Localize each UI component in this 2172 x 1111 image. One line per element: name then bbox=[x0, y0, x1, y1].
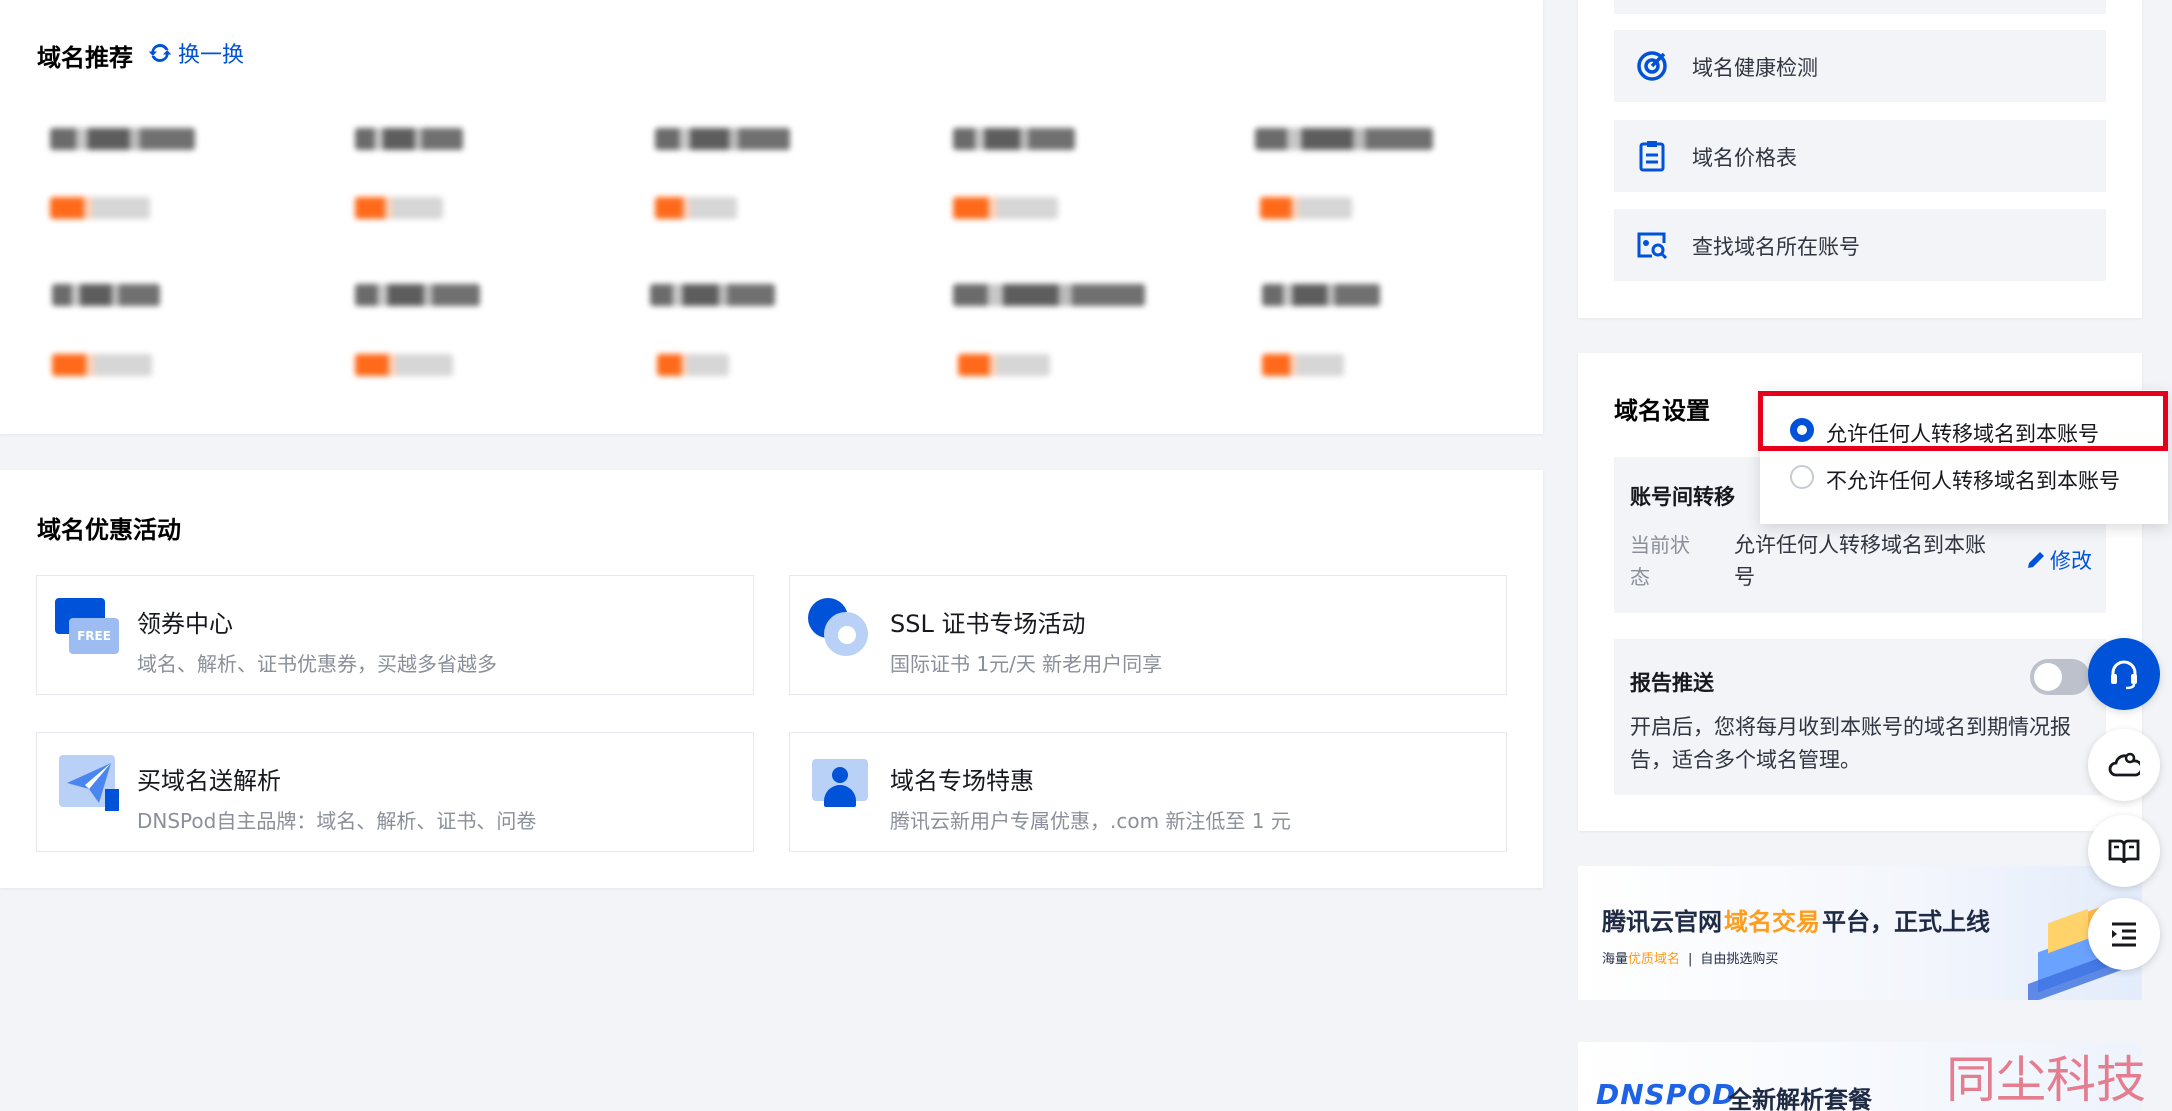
recommend-title: 域名推荐 bbox=[37, 44, 133, 72]
dropdown-option-deny[interactable]: 不允许任何人转移域名到本账号 bbox=[1760, 450, 2168, 510]
tool-health-check[interactable]: 域名健康检测 bbox=[1614, 30, 2106, 102]
suggestion-price bbox=[953, 197, 1058, 219]
promo-desc: 国际证书 1元/天 新老用户同享 bbox=[890, 652, 1163, 676]
status-label: 当前状态 bbox=[1630, 533, 1690, 589]
suggestion-name[interactable] bbox=[953, 128, 1075, 150]
report-section: 报告推送 开启后，您将每月收到本账号的域名到期情况报告，适合多个域名管理。 bbox=[1614, 639, 2106, 795]
promo-desc: DNSPod自主品牌：域名、解析、证书、问卷 bbox=[137, 809, 537, 833]
suggestion-name[interactable] bbox=[650, 284, 775, 306]
suggestion-price bbox=[50, 197, 150, 219]
coupon-icon: FREE bbox=[55, 598, 119, 654]
promo-coupon-center[interactable]: FREE 领券中心 域名、解析、证书优惠券，买越多省越多 bbox=[36, 575, 754, 695]
banner-title: 腾讯云官网域名交易平台，正式上线 bbox=[1602, 908, 1990, 936]
highlight-box bbox=[1758, 391, 2168, 451]
banner-subtitle: 海量优质域名 | 自由挑选购买 bbox=[1602, 952, 1779, 967]
edit-label: 修改 bbox=[2050, 549, 2092, 573]
report-toggle[interactable] bbox=[2030, 659, 2090, 695]
suggestion-price bbox=[655, 197, 737, 219]
promo-title: 域名专场特惠 bbox=[890, 767, 1034, 795]
suggestion-price bbox=[1260, 197, 1352, 219]
transfer-title: 账号间转移 bbox=[1630, 485, 1735, 509]
suggestion-price bbox=[52, 354, 152, 376]
suggestion-name[interactable] bbox=[355, 284, 480, 306]
docs-button[interactable] bbox=[2088, 815, 2160, 887]
refresh-label: 换一换 bbox=[178, 43, 245, 68]
ssl-certificate-icon bbox=[808, 598, 872, 656]
promo-title: 领券中心 bbox=[137, 610, 233, 638]
promo-ssl[interactable]: SSL 证书专场活动 国际证书 1元/天 新老用户同享 bbox=[789, 575, 1507, 695]
promotions-card: 域名优惠活动 FREE 领券中心 域名、解析、证书优惠券，买越多省越多 SSL … bbox=[0, 470, 1543, 888]
domain-recommend-card: 域名推荐 换一换 bbox=[0, 0, 1543, 434]
promo-domain-dns[interactable]: 买域名送解析 DNSPod自主品牌：域名、解析、证书、问卷 bbox=[36, 732, 754, 852]
search-account-icon bbox=[1637, 232, 1668, 260]
outline-button[interactable] bbox=[2088, 898, 2160, 970]
suggestion-name[interactable] bbox=[50, 128, 195, 150]
radio-unchecked-icon bbox=[1790, 465, 1814, 489]
tool-find-account[interactable]: 查找域名所在账号 bbox=[1614, 209, 2106, 281]
promo-title: SSL 证书专场活动 bbox=[890, 610, 1086, 638]
tool-label: 域名健康检测 bbox=[1692, 56, 1818, 80]
tool-price-list[interactable]: 域名价格表 bbox=[1614, 120, 2106, 192]
suggestion-name[interactable] bbox=[655, 128, 790, 150]
suggestion-name[interactable] bbox=[1255, 128, 1433, 150]
refresh-icon bbox=[148, 43, 172, 63]
pencil-icon bbox=[2028, 552, 2044, 568]
suggestion-name[interactable] bbox=[953, 284, 1145, 306]
report-desc: 开启后，您将每月收到本账号的域名到期情况报告，适合多个域名管理。 bbox=[1630, 715, 2071, 772]
promo-domain-special[interactable]: 域名专场特惠 腾讯云新用户专属优惠，.com 新注低至 1 元 bbox=[789, 732, 1507, 852]
cloud-assistant-button[interactable] bbox=[2088, 729, 2160, 801]
edit-button[interactable]: 修改 bbox=[2026, 545, 2092, 575]
tool-label: 查找域名所在账号 bbox=[1692, 235, 1860, 259]
dnspod-text: 全新解析套餐 bbox=[1728, 1086, 1872, 1111]
watermark-text: 同尘科技 bbox=[1946, 1051, 2146, 1109]
suggestion-price bbox=[355, 197, 443, 219]
promo-desc: 腾讯云新用户专属优惠，.com 新注低至 1 元 bbox=[890, 809, 1291, 833]
customer-service-button[interactable] bbox=[2088, 638, 2160, 710]
paper-plane-icon bbox=[55, 755, 119, 811]
report-title: 报告推送 bbox=[1630, 671, 1714, 695]
monitor-user-icon bbox=[808, 755, 872, 811]
clipboard-icon bbox=[1639, 141, 1665, 172]
headset-icon bbox=[2111, 660, 2137, 690]
suggestion-name[interactable] bbox=[52, 284, 160, 306]
suggestion-price bbox=[657, 354, 729, 376]
promotions-title: 域名优惠活动 bbox=[37, 516, 181, 544]
suggestion-name[interactable] bbox=[1262, 284, 1380, 306]
dnspod-logo: DNSPOD bbox=[1596, 1078, 1737, 1111]
suggestion-name[interactable] bbox=[355, 128, 463, 150]
option-label: 不允许任何人转移域名到本账号 bbox=[1826, 469, 2120, 493]
suggestion-price bbox=[355, 354, 453, 376]
list-indent-icon bbox=[2112, 922, 2136, 947]
promo-title: 买域名送解析 bbox=[137, 767, 281, 795]
tool-label: 域名价格表 bbox=[1692, 146, 1797, 170]
promo-desc: 域名、解析、证书优惠券，买越多省越多 bbox=[137, 652, 497, 676]
settings-title: 域名设置 bbox=[1614, 397, 1710, 425]
status-value: 允许任何人转移域名到本账号 bbox=[1734, 533, 1986, 589]
refresh-button[interactable]: 换一换 bbox=[148, 38, 244, 68]
suggestion-price bbox=[958, 354, 1050, 376]
suggestion-price bbox=[1262, 354, 1344, 376]
book-icon bbox=[2108, 839, 2140, 864]
target-icon bbox=[1637, 51, 1667, 81]
cloud-user-icon bbox=[2108, 752, 2140, 777]
domain-trade-banner[interactable]: 腾讯云官网域名交易平台，正式上线 海量优质域名 | 自由挑选购买 bbox=[1578, 866, 2142, 1000]
